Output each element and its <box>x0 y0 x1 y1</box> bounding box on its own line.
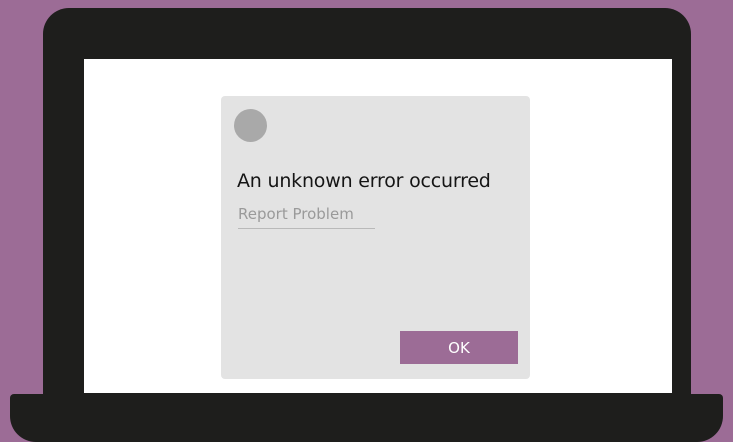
dialog-title: An unknown error occurred <box>237 170 491 192</box>
ok-button[interactable]: OK <box>400 331 518 364</box>
placeholder-circle-icon <box>234 109 267 142</box>
report-problem-link[interactable]: Report Problem <box>238 205 375 229</box>
laptop-base <box>10 394 723 442</box>
